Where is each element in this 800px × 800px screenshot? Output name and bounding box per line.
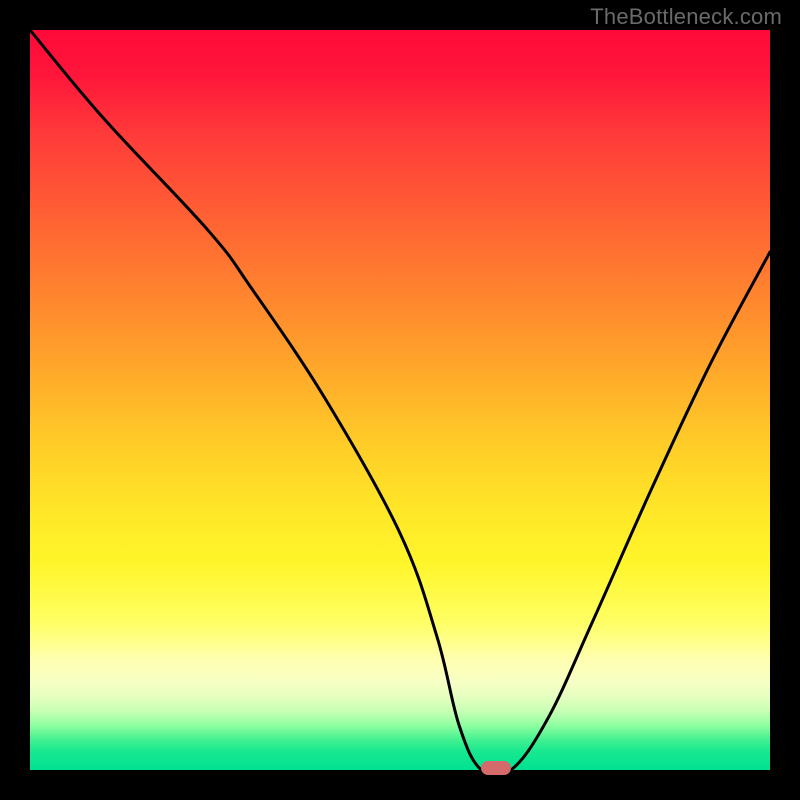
- optimal-point-marker: [481, 761, 511, 775]
- bottleneck-curve: [30, 30, 770, 770]
- watermark-text: TheBottleneck.com: [590, 4, 782, 30]
- chart-area: [30, 30, 770, 770]
